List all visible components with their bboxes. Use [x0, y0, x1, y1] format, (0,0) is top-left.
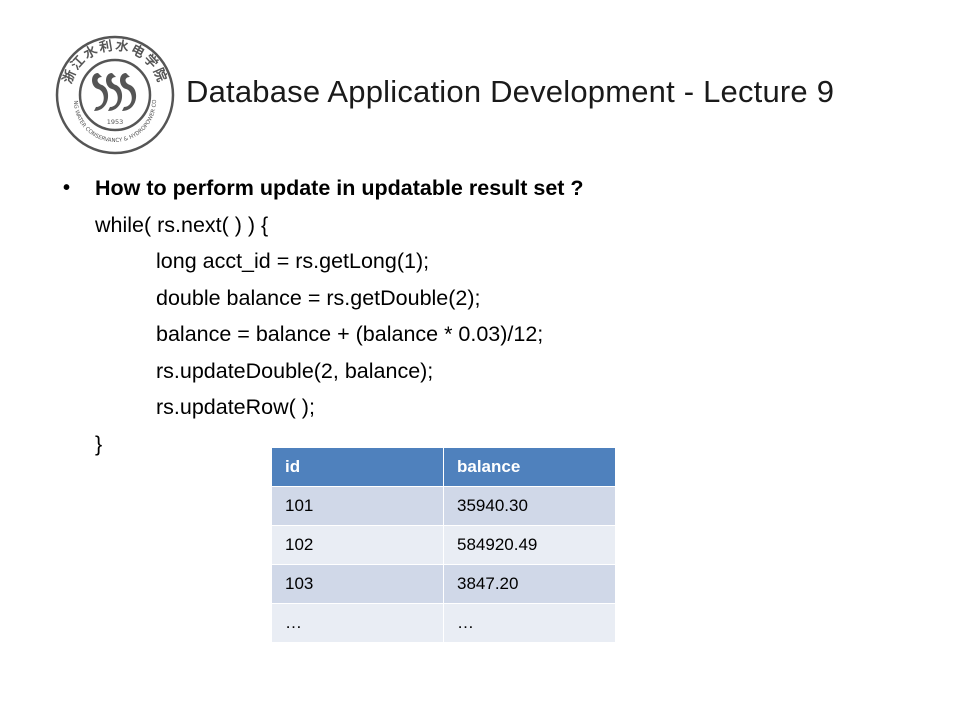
code-line: balance = balance + (balance * 0.03)/12; [156, 322, 544, 346]
slide-title: Database Application Development - Lectu… [186, 74, 835, 109]
slide-content: • How to perform update in updatable res… [63, 170, 584, 462]
code-line: rs.updateRow( ); [156, 395, 315, 419]
table-row: 102 584920.49 [271, 525, 616, 565]
cell-balance: … [443, 603, 616, 643]
table-row: 103 3847.20 [271, 564, 616, 604]
balance-table: id balance 101 35940.30 102 584920.49 10… [271, 447, 616, 643]
code-line: while( rs.next( ) ) { [95, 212, 269, 237]
column-header-balance: balance [443, 447, 616, 487]
college-logo: 浙江水利水电学院 ZHEJIANG WATER CONSERVANCY & HY… [44, 29, 184, 157]
college-seal-icon: 浙江水利水电学院 ZHEJIANG WATER CONSERVANCY & HY… [44, 29, 175, 155]
code-line: rs.updateDouble(2, balance); [156, 358, 434, 383]
code-line: double balance = rs.getDouble(2); [156, 285, 481, 310]
bullet-heading: • How to perform update in updatable res… [63, 170, 584, 207]
column-header-id: id [271, 447, 444, 487]
code-line: long acct_id = rs.getLong(1); [156, 249, 430, 273]
cell-id: 102 [271, 525, 444, 565]
table-row: 101 35940.30 [271, 486, 616, 526]
table-row: … … [271, 603, 616, 643]
bullet-icon: • [63, 177, 71, 199]
cell-id: 101 [271, 486, 444, 526]
cell-id: … [271, 603, 444, 643]
cell-balance: 3847.20 [443, 564, 616, 604]
logo-sss-emblem [92, 73, 137, 111]
logo-year: 1953 [107, 118, 124, 126]
cell-balance: 584920.49 [443, 525, 616, 565]
svg-text:浙江水利水电学院: 浙江水利水电学院 [60, 38, 171, 86]
table-header-row: id balance [271, 447, 616, 487]
heading-text: How to perform update in updatable resul… [95, 176, 584, 200]
logo-top-text: 浙江水利水电学院 [60, 38, 169, 86]
cell-id: 103 [271, 564, 444, 604]
cell-balance: 35940.30 [443, 486, 616, 526]
